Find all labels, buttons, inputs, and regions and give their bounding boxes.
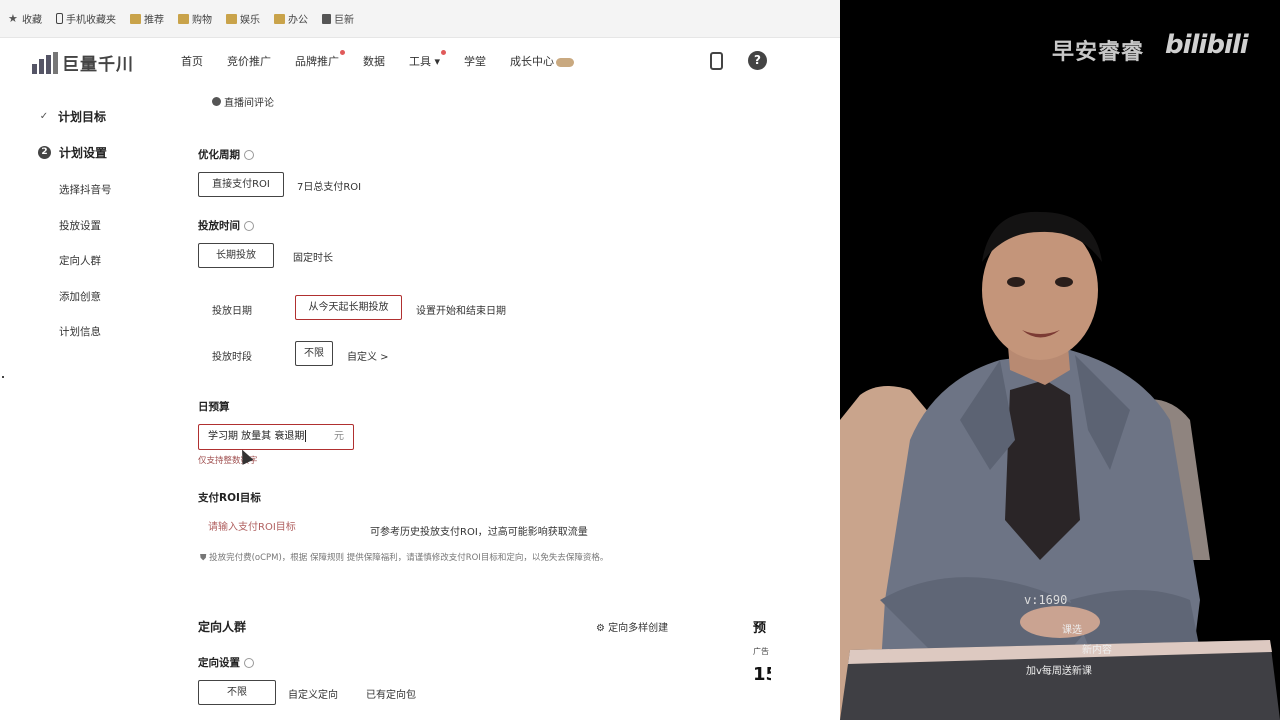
presenter-video: 早安睿睿 bilibili v:1690 课选 新内容 加v每周送新课 [840,0,1280,720]
nav-academy[interactable]: 学堂 [464,53,486,69]
nav-bidding[interactable]: 竞价推广 [227,53,271,69]
audience-section-title: 定向人群 [198,620,247,634]
watermark-line: 课选 [1062,625,1082,636]
bookmark-item[interactable]: ★ 收藏 [8,11,42,27]
folder-icon [178,13,189,24]
nav-tools-label: 工具 ▾ [409,55,441,68]
roi-input[interactable]: 请输入支付ROI目标 [198,516,358,540]
nav-brand-label: 品牌推广 [295,55,339,68]
help-icon[interactable]: ? [748,51,767,70]
budget-value: 学习期 放量其 衰退期 [208,431,305,442]
roi-label: 支付ROI目标 [198,492,261,504]
date-label: 投放日期 [212,306,252,317]
targeting-setting-label: 定向设置 [198,655,254,670]
brand-logo[interactable]: 巨量千川 [32,50,134,75]
fixed-duration-option[interactable]: 固定时长 [293,249,333,264]
bookmark-item[interactable]: 娱乐 [226,11,260,26]
browser-window: ★ 收藏 手机收藏夹 推荐 购物 娱乐 办公 巨新 巨量千川 首页 竞价推广 品牌… [0,0,840,720]
badge-icon [556,57,575,67]
bookmark-item[interactable]: 办公 [274,11,308,26]
sidebar-item-creative[interactable]: 添加创意 [59,289,101,304]
notification-dot-icon [441,50,447,55]
comment-icon [212,97,221,106]
sidebar-item-targeting[interactable]: 定向人群 [59,253,101,268]
sidebar-item-delivery-settings[interactable]: 投放设置 [59,218,101,233]
watermark-line: 新内容 [1082,645,1112,656]
nav-tools[interactable]: 工具 ▾ [409,50,447,69]
shield-icon: ⛊ [200,553,210,563]
set-dates-option[interactable]: 设置开始和结束日期 [416,302,506,317]
folder-icon [274,13,285,24]
plan-settings-form: 直播间评论 优化周期 直接支付ROI 7日总支付ROI 投放时间 长期投放 固定… [198,84,818,720]
screen-speck [2,376,4,378]
cycle-7day-roi-option[interactable]: 7日总支付ROI [297,178,361,193]
doc-icon [322,13,331,24]
nav-growth-label: 成长中心 [510,55,555,68]
budget-label: 日预算 [198,401,230,413]
nav-menu: 首页 竞价推广 品牌推广 数据 工具 ▾ 学堂 成长中心 [181,50,598,69]
live-comment-option[interactable]: 直播间评论 [212,94,274,109]
guarantee-note: ⛊ 投放完付费(oCPM)，根据 保障规则 提供保障福利，请谨慎修改支付ROI目… [200,553,609,563]
phone-icon [56,13,63,24]
nav-growth[interactable]: 成长中心 [510,53,575,69]
bookmark-item[interactable]: 推荐 [130,11,164,26]
watermark-id: v:1690 [1024,593,1068,607]
sidebar-item-douyin-account[interactable]: 选择抖音号 [59,182,112,197]
folder-icon [130,13,141,24]
watermark-line: 加v每周送新课 [1026,666,1092,677]
logo-icon [32,51,58,74]
existing-package-option[interactable]: 已有定向包 [366,686,416,701]
bookmark-item[interactable]: 购物 [178,11,212,26]
mobile-icon[interactable] [710,52,723,70]
time-label: 投放时间 [198,218,254,233]
multi-targeting-option[interactable]: ⚙ 定向多样创建 [596,619,668,634]
text-cursor [305,430,307,442]
star-icon: ★ [8,11,18,25]
unlimited-period-button[interactable]: 不限 [295,341,333,366]
budget-input[interactable]: 学习期 放量其 衰退期 元 [198,424,354,450]
top-nav: 巨量千川 首页 竞价推广 品牌推广 数据 工具 ▾ 学堂 成长中心 ? [0,38,840,84]
sidebar-item-plan-info[interactable]: 计划信息 [59,324,101,339]
info-icon[interactable] [244,221,254,231]
period-label: 投放时段 [212,352,252,363]
check-icon: ✓ [39,111,49,122]
info-icon[interactable] [244,658,254,668]
budget-unit: 元 [334,431,344,442]
custom-period-link[interactable]: 自定义 > [347,348,389,363]
brand-name: 巨量千川 [62,55,134,75]
preview-title: 预 [753,621,767,636]
preview-number: 15 [753,664,771,685]
step-number-icon: 2 [38,146,51,159]
bookmark-item[interactable]: 巨新 [322,11,354,26]
info-icon[interactable] [244,150,254,160]
step-plan-settings[interactable]: 2 计划设置 [38,144,107,161]
roi-tip: 可参考历史投放支付ROI，过高可能影响获取流量 [370,527,588,538]
preview-sub: 广告 [753,647,769,656]
presenter-figure [840,211,1280,720]
unlimited-targeting-button[interactable]: 不限 [198,680,276,705]
nav-data[interactable]: 数据 [363,53,385,69]
from-today-button[interactable]: 从今天起长期投放 [295,295,402,320]
long-term-button[interactable]: 长期投放 [198,243,274,268]
nav-home[interactable]: 首页 [181,53,203,69]
bookmark-item[interactable]: 手机收藏夹 [56,11,116,26]
nav-brand[interactable]: 品牌推广 [295,50,345,69]
settings-icon: ⚙ [596,623,609,634]
folder-icon [226,13,237,24]
bookmarks-bar: ★ 收藏 手机收藏夹 推荐 购物 娱乐 办公 巨新 [0,0,840,38]
notification-dot-icon [340,50,345,55]
step-plan-goal[interactable]: ✓ 计划目标 [38,108,106,125]
cycle-direct-roi-button[interactable]: 直接支付ROI [198,172,284,197]
custom-targeting-option[interactable]: 自定义定向 [288,686,338,701]
cycle-label: 优化周期 [198,147,254,162]
